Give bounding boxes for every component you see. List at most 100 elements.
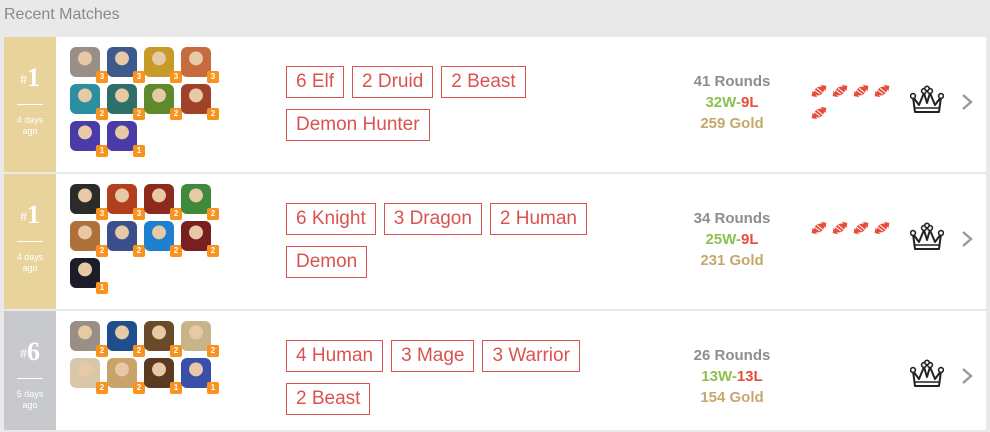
hero-slot[interactable]: 2 [144, 184, 182, 220]
placement-hash: # [20, 347, 27, 362]
losses: 13L [736, 368, 763, 385]
star-level-badge: 1 [96, 282, 108, 294]
rank-badge: #1 4 days ago [4, 37, 56, 172]
synergy-tags: 6 Knight 3 Dragon 2 Human Demon [286, 203, 646, 289]
star-level-badge: 2 [207, 345, 219, 357]
candy-icon [811, 84, 827, 98]
hero-lineup: 3333222211 [70, 47, 230, 158]
hero-lineup: 22222211 [70, 321, 230, 395]
hero-slot[interactable]: 2 [107, 358, 145, 394]
hero-slot[interactable]: 2 [107, 321, 145, 357]
candy-rewards [809, 82, 895, 126]
hero-slot[interactable]: 2 [70, 221, 108, 257]
divider [17, 241, 43, 242]
time-ago: 4 days ago [16, 252, 44, 273]
hero-slot[interactable]: 3 [107, 184, 145, 220]
wins: 25W [705, 231, 737, 248]
rounds-count: 41 Rounds [693, 73, 771, 90]
synergy-tag: 3 Dragon [383, 203, 482, 235]
hero-slot[interactable]: 3 [144, 47, 182, 83]
synergy-tag: 2 Beast [286, 383, 371, 415]
star-level-badge: 2 [207, 108, 219, 120]
hero-slot[interactable]: 2 [70, 84, 108, 120]
losses: 9L [741, 231, 759, 248]
candy-icon [853, 221, 869, 235]
chevron-right-icon[interactable] [960, 367, 974, 385]
rounds-count: 26 Rounds [693, 347, 771, 364]
match-stats: 34 Rounds 25W-9L 231 Gold [676, 208, 788, 271]
match-stats: 41 Rounds 32W-9L 259 Gold [676, 71, 788, 134]
hero-slot[interactable]: 3 [70, 184, 108, 220]
crown-icon [910, 85, 944, 113]
hero-slot[interactable]: 2 [144, 84, 182, 120]
placement: #1 [20, 63, 40, 96]
losses: 9L [741, 94, 759, 111]
win-loss: 32W-9L [676, 92, 788, 113]
page-title: Recent Matches [4, 6, 120, 23]
hero-slot[interactable]: 2 [70, 358, 108, 394]
hero-slot[interactable]: 1 [70, 121, 108, 157]
synergy-tag: Demon [286, 246, 368, 278]
hero-slot[interactable]: 1 [107, 121, 145, 157]
hero-slot[interactable]: 2 [181, 84, 219, 120]
divider [17, 378, 43, 379]
hero-slot[interactable]: 2 [181, 321, 219, 357]
hero-lineup: 332222221 [70, 184, 230, 295]
match-row[interactable]: #1 4 days ago 3333222211 6 Elf 2 Druid 2 B… [4, 37, 986, 172]
synergy-tag: 2 Human [489, 203, 588, 235]
hero-slot[interactable]: 2 [181, 184, 219, 220]
placement-hash: # [20, 73, 27, 88]
synergy-tags: 6 Elf 2 Druid 2 Beast Demon Hunter [286, 66, 646, 152]
synergy-tag: 3 Warrior [482, 340, 580, 372]
candy-icon [811, 221, 827, 235]
synergy-tag: 3 Mage [391, 340, 475, 372]
synergy-tag: 6 Knight [286, 203, 376, 235]
hero-slot[interactable]: 2 [144, 321, 182, 357]
synergy-tag: 6 Elf [286, 66, 345, 98]
hero-slot[interactable]: 3 [70, 47, 108, 83]
placement-number: 6 [27, 337, 40, 366]
hero-slot[interactable]: 3 [107, 47, 145, 83]
hero-slot[interactable]: 1 [70, 258, 108, 294]
synergy-tag: 2 Druid [352, 66, 434, 98]
win-loss: 25W-9L [676, 229, 788, 250]
hero-slot[interactable]: 2 [107, 84, 145, 120]
star-level-badge: 3 [207, 71, 219, 83]
time-ago: 4 days ago [16, 115, 44, 136]
divider [17, 104, 43, 105]
candy-icon [832, 221, 848, 235]
hero-slot[interactable]: 3 [181, 47, 219, 83]
rounds-count: 34 Rounds [693, 210, 771, 227]
placement-hash: # [20, 210, 27, 225]
candy-icon [874, 221, 890, 235]
candy-rewards [809, 219, 895, 241]
candy-icon [811, 106, 827, 120]
placement: #6 [20, 337, 40, 370]
hero-slot[interactable]: 2 [181, 221, 219, 257]
match-row[interactable]: #1 4 days ago 332222221 6 Knight 3 Dragon… [4, 174, 986, 309]
placement: #1 [20, 200, 40, 233]
synergy-tag: 4 Human [286, 340, 384, 372]
hero-slot[interactable]: 2 [107, 221, 145, 257]
wins: 13W [701, 368, 732, 385]
rank-badge: #6 5 days ago [4, 311, 56, 430]
synergy-tag: 2 Beast [441, 66, 526, 98]
candy-icon [832, 84, 848, 98]
star-level-badge: 1 [133, 145, 145, 157]
star-level-badge: 1 [207, 382, 219, 394]
match-stats: 26 Rounds 13W-13L 154 Gold [676, 345, 788, 408]
hero-slot[interactable]: 2 [144, 221, 182, 257]
time-ago: 5 days ago [16, 389, 44, 410]
match-row[interactable]: #6 5 days ago 22222211 4 Human 3 Mage 3 Wa… [4, 311, 986, 430]
rank-badge: #1 4 days ago [4, 174, 56, 309]
chevron-right-icon[interactable] [960, 93, 974, 111]
star-level-badge: 2 [207, 245, 219, 257]
synergy-tag: Demon Hunter [286, 109, 430, 141]
hero-slot[interactable]: 1 [181, 358, 219, 394]
chevron-right-icon[interactable] [960, 230, 974, 248]
hero-slot[interactable]: 1 [144, 358, 182, 394]
synergy-tags: 4 Human 3 Mage 3 Warrior 2 Beast [286, 340, 646, 426]
crown-icon [910, 222, 944, 250]
hero-slot[interactable]: 2 [70, 321, 108, 357]
win-loss: 13W-13L [676, 366, 788, 387]
